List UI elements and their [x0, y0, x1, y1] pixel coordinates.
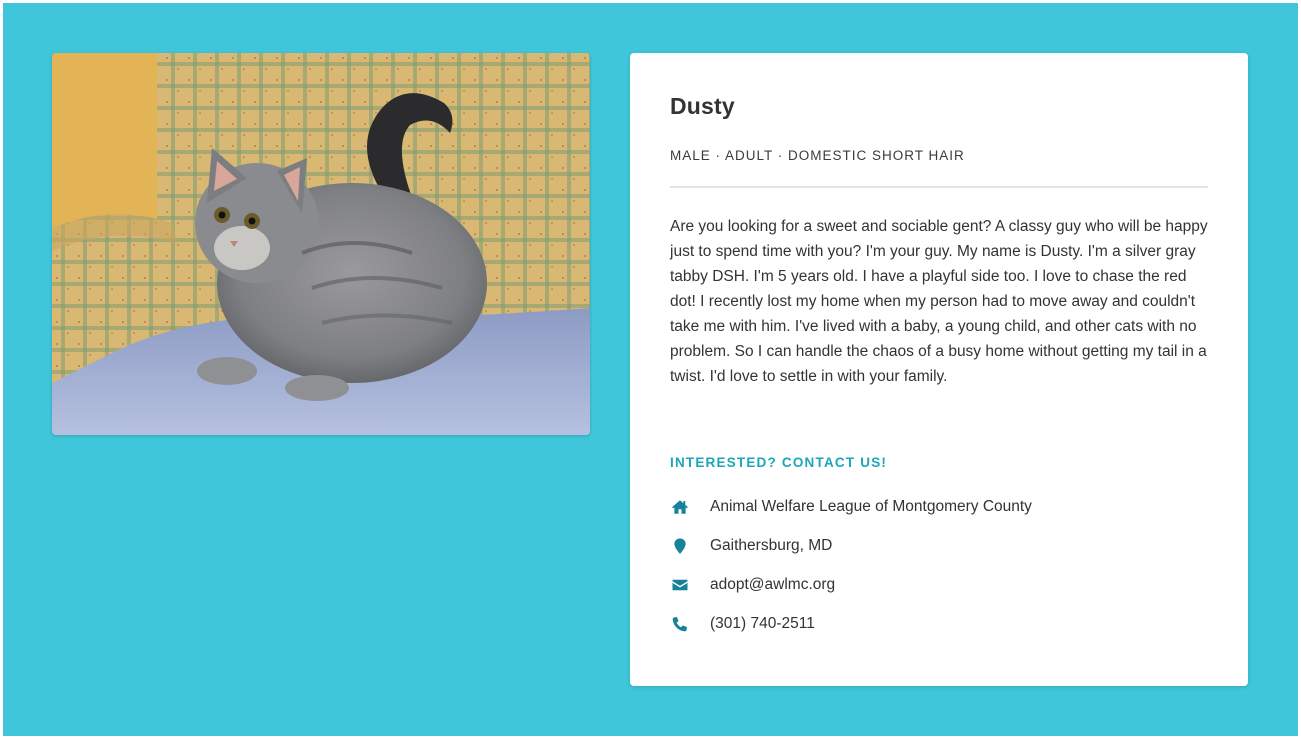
envelope-icon — [670, 575, 690, 595]
phone-icon — [670, 614, 690, 634]
contact-item-email[interactable]: adopt@awlmc.org — [670, 565, 1210, 604]
pet-photo — [52, 53, 590, 435]
contact-item-organization: Animal Welfare League of Montgomery Coun… — [670, 487, 1210, 526]
contact-heading: INTERESTED? CONTACT US! — [670, 455, 888, 470]
page-background: Dusty MALE · ADULT · DOMESTIC SHORT HAIR… — [3, 3, 1298, 736]
pet-name: Dusty — [670, 93, 735, 119]
pet-info-card: Dusty MALE · ADULT · DOMESTIC SHORT HAIR… — [630, 53, 1248, 686]
home-icon — [670, 497, 690, 517]
map-pin-icon — [670, 536, 690, 556]
pet-description: Are you looking for a sweet and sociable… — [670, 218, 1208, 385]
pet-attributes: MALE · ADULT · DOMESTIC SHORT HAIR — [670, 148, 965, 163]
contact-item-location: Gaithersburg, MD — [670, 526, 1210, 565]
contact-phone-link[interactable]: (301) 740-2511 — [710, 615, 815, 633]
divider — [670, 186, 1208, 188]
cat-photo-image — [52, 53, 590, 435]
contact-item-phone[interactable]: (301) 740-2511 — [670, 604, 1210, 643]
contact-list: Animal Welfare League of Montgomery Coun… — [670, 487, 1210, 643]
contact-email-link[interactable]: adopt@awlmc.org — [710, 576, 835, 594]
contact-location: Gaithersburg, MD — [710, 536, 833, 554]
contact-organization: Animal Welfare League of Montgomery Coun… — [710, 497, 1032, 515]
